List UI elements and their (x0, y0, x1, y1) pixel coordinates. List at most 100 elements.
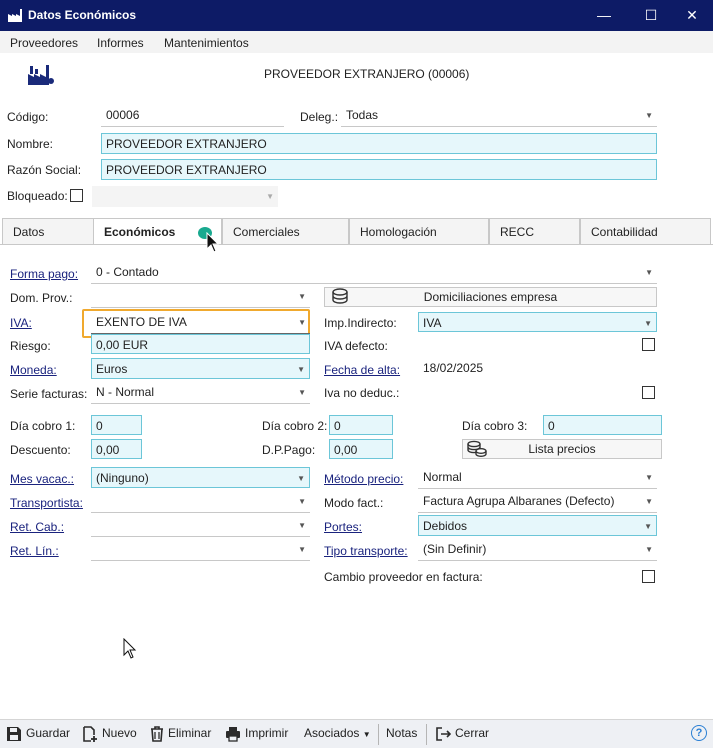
iva-defecto-label: IVA defecto: (324, 339, 388, 353)
dom-prov-label: Dom. Prov.: (10, 291, 73, 305)
printer-icon (226, 727, 240, 742)
asociados-dropdown[interactable]: Asociados ▼ (304, 726, 371, 740)
razon-social-label: Razón Social: (7, 163, 82, 177)
tab-comerciales[interactable]: Comerciales (222, 218, 349, 245)
transportista-select[interactable]: ▼ (91, 491, 310, 513)
nombre-label: Nombre: (7, 137, 54, 151)
forma-pago-select[interactable]: 0 - Contado ▼ (91, 262, 657, 284)
imprimir-button[interactable]: Imprimir (225, 726, 288, 742)
portes-value: Debidos (423, 519, 468, 533)
iva-select[interactable]: EXENTO DE IVA ▼ (91, 312, 310, 334)
ret-cab-label: Ret. Cab.: (10, 520, 65, 534)
chevron-down-icon: ▼ (645, 497, 653, 506)
descuento-label: Descuento: (10, 443, 71, 457)
save-icon (7, 727, 21, 741)
lista-precios-label: Lista precios (528, 442, 596, 456)
iva-value: EXENTO DE IVA (96, 315, 187, 329)
close-button[interactable]: ✕ (669, 0, 713, 31)
codigo-field[interactable]: 00006 (101, 105, 284, 127)
dia-cobro-1-field[interactable]: 0 (91, 415, 142, 435)
metodo-precio-value: Normal (423, 470, 462, 484)
dom-prov-select[interactable]: ▼ (91, 286, 310, 308)
page-title: PROVEEDOR EXTRANJERO (00006) (264, 67, 470, 81)
razon-social-field[interactable]: PROVEEDOR EXTRANJERO (101, 159, 657, 180)
serie-facturas-select[interactable]: N - Normal ▼ (91, 382, 310, 404)
chevron-down-icon: ▼ (645, 545, 653, 554)
deleg-select[interactable]: Todas ▼ (341, 105, 657, 127)
descuento-field[interactable]: 0,00 (91, 439, 142, 459)
forma-pago-value: 0 - Contado (96, 265, 159, 279)
chevron-down-icon: ▼ (298, 545, 306, 554)
help-icon[interactable]: ? (691, 725, 707, 741)
lista-precios-button[interactable]: Lista precios (462, 439, 662, 459)
domiciliaciones-button[interactable]: Domiciliaciones empresa (324, 287, 657, 307)
asociados-label: Asociados (304, 726, 360, 740)
dia-cobro-2-field[interactable]: 0 (329, 415, 393, 435)
mes-vacac-select[interactable]: (Ninguno) ▼ (91, 467, 310, 488)
fecha-alta-field[interactable]: 18/02/2025 (418, 358, 657, 380)
modo-fact-label: Modo fact.: (324, 496, 384, 510)
cerrar-button[interactable]: Cerrar (435, 726, 489, 742)
nuevo-button[interactable]: Nuevo (82, 726, 137, 742)
deleg-label: Deleg.: (300, 110, 339, 124)
iva-no-deduc-checkbox[interactable] (642, 386, 655, 399)
tab-economicos-label: Económicos (104, 225, 176, 239)
dppago-field[interactable]: 0,00 (329, 439, 393, 459)
deleg-value: Todas (346, 108, 379, 122)
ret-cab-select[interactable]: ▼ (91, 515, 310, 537)
maximize-button[interactable]: ☐ (628, 0, 674, 31)
tab-recc[interactable]: RECC (489, 218, 580, 245)
riesgo-field[interactable]: 0,00 EUR (91, 334, 310, 354)
nuevo-label: Nuevo (102, 726, 137, 741)
chevron-down-icon: ▼ (298, 388, 306, 397)
bloqueado-checkbox[interactable] (70, 189, 83, 202)
guardar-button[interactable]: Guardar (6, 726, 70, 742)
chevron-down-icon: ▼ (266, 192, 274, 201)
modo-fact-select[interactable]: Factura Agrupa Albaranes (Defecto) ▼ (418, 491, 657, 513)
dia-cobro-2-label: Día cobro 2: (262, 419, 328, 433)
iva-label: IVA: (10, 316, 32, 330)
iva-defecto-checkbox[interactable] (642, 338, 655, 351)
mes-vacac-label: Mes vacac.: (10, 472, 75, 486)
exit-icon (436, 727, 452, 741)
coins-icon (467, 440, 487, 457)
metodo-precio-label: Método precio: (324, 472, 404, 486)
eliminar-button[interactable]: Eliminar (150, 726, 211, 742)
dia-cobro-3-field[interactable]: 0 (543, 415, 662, 435)
tab-homologacion[interactable]: Homologación (349, 218, 489, 245)
menu-informes[interactable]: Informes (97, 36, 144, 50)
tipo-transporte-label: Tipo transporte: (324, 544, 408, 558)
nombre-field[interactable]: PROVEEDOR EXTRANJERO (101, 133, 657, 154)
chevron-down-icon: ▼ (645, 111, 653, 120)
dia-cobro-3-label: Día cobro 3: (462, 419, 528, 433)
cambio-proveedor-checkbox[interactable] (642, 570, 655, 583)
bloqueado-motivo-select[interactable]: ▼ (92, 186, 278, 207)
menu-proveedores[interactable]: Proveedores (10, 36, 78, 50)
notas-button[interactable]: Notas (386, 726, 417, 740)
imprimir-label: Imprimir (245, 726, 289, 741)
guardar-label: Guardar (26, 726, 71, 741)
tab-contabilidad[interactable]: Contabilidad (580, 218, 711, 245)
dppago-label: D.P.Pago: (262, 443, 316, 457)
moneda-select[interactable]: Euros ▼ (91, 358, 310, 379)
menu-mantenimientos[interactable]: Mantenimientos (164, 36, 249, 50)
fecha-alta-label: Fecha de alta: (324, 363, 401, 377)
chevron-down-icon: ▼ (298, 497, 306, 506)
chevron-down-icon: ▼ (298, 318, 306, 327)
serie-facturas-value: N - Normal (96, 385, 155, 399)
chevron-down-icon: ▼ (644, 319, 652, 328)
tab-datos[interactable]: Datos (2, 218, 94, 245)
bloqueado-label: Bloqueado: (7, 189, 68, 203)
imp-indirecto-select[interactable]: IVA ▼ (418, 312, 657, 332)
factory-icon (28, 65, 54, 85)
iva-no-deduc-label: Iva no deduc.: (324, 386, 400, 400)
window-title: Datos Económicos (28, 8, 137, 22)
domiciliaciones-label: Domiciliaciones empresa (423, 290, 558, 304)
metodo-precio-select[interactable]: Normal ▼ (418, 467, 657, 489)
tipo-transporte-select[interactable]: (Sin Definir) ▼ (418, 539, 657, 561)
minimize-button[interactable]: — (581, 0, 627, 31)
ret-lin-select[interactable]: ▼ (91, 539, 310, 561)
title-bar: Datos Económicos — ☐ ✕ (0, 0, 713, 31)
cambio-proveedor-label: Cambio proveedor en factura: (324, 570, 483, 584)
portes-select[interactable]: Debidos ▼ (418, 515, 657, 536)
